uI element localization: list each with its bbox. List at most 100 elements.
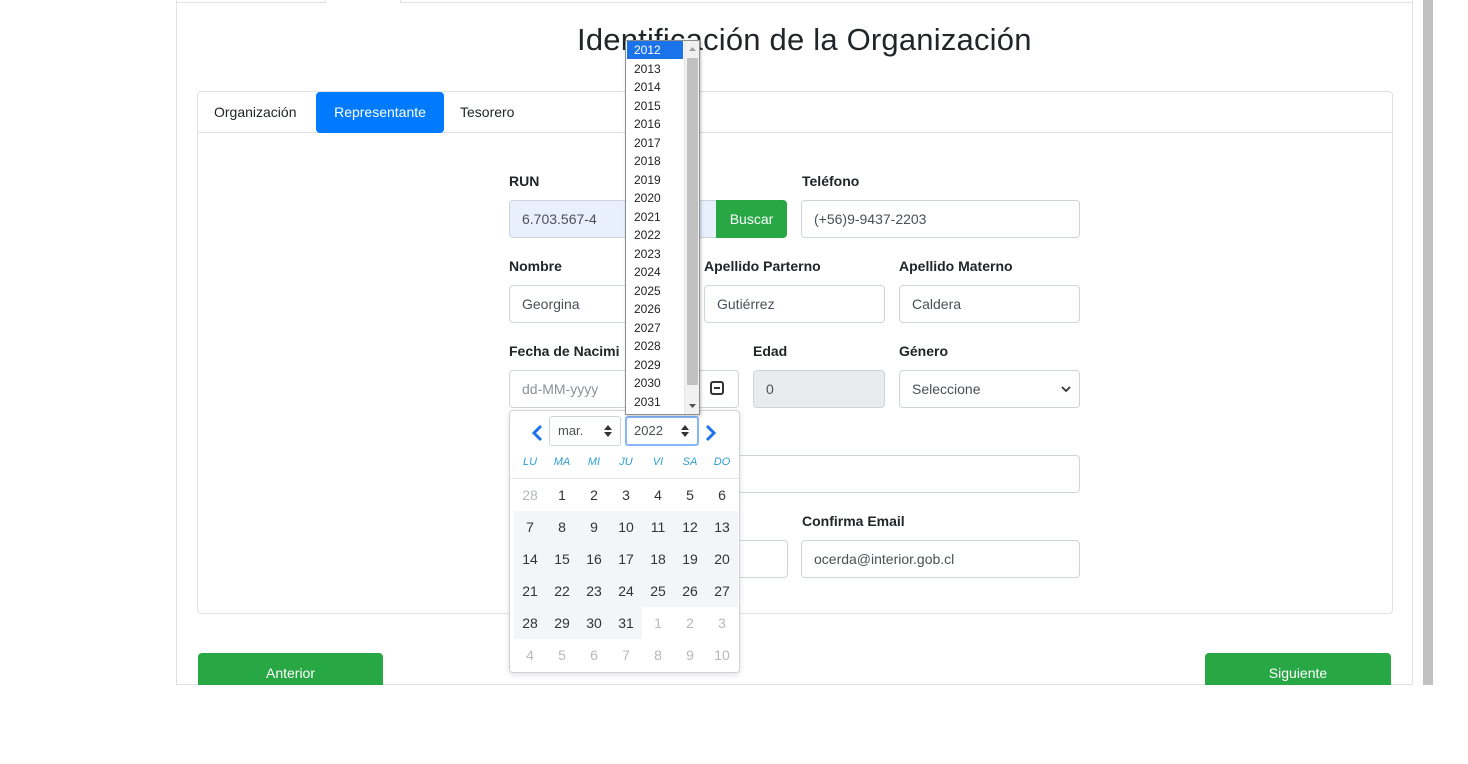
calendar-day[interactable]: 30 [578, 607, 610, 639]
anterior-button[interactable]: Anterior [198, 653, 383, 685]
calendar-day[interactable]: 5 [674, 479, 706, 511]
calendar-day[interactable]: 15 [546, 543, 578, 575]
calendar-day[interactable]: 21 [514, 575, 546, 607]
calendar-day[interactable]: 12 [674, 511, 706, 543]
telefono-input[interactable]: (+56)9-9437-2203 [801, 200, 1080, 238]
calendar-day[interactable]: 10 [706, 639, 738, 671]
calendar-day[interactable]: 20 [706, 543, 738, 575]
tab-representante[interactable]: Representante [316, 92, 444, 133]
edad-label: Edad [753, 343, 788, 359]
calendar-day[interactable]: 24 [610, 575, 642, 607]
calendar-day[interactable]: 7 [610, 639, 642, 671]
year-option[interactable]: 2026 [627, 300, 683, 318]
scroll-up-icon[interactable] [688, 45, 697, 54]
calendar-day[interactable]: 6 [706, 479, 738, 511]
calendar-day[interactable]: 2 [578, 479, 610, 511]
year-option[interactable]: 2029 [627, 356, 683, 374]
weekday-header: LU [522, 456, 538, 468]
year-option[interactable]: 2018 [627, 152, 683, 170]
month-select-value: mar. [558, 423, 584, 438]
calendar-day[interactable]: 3 [706, 607, 738, 639]
confirma-email-input[interactable]: ocerda@interior.gob.cl [801, 540, 1080, 578]
year-option[interactable]: 2030 [627, 374, 683, 392]
year-option[interactable]: 2020 [627, 189, 683, 207]
year-option[interactable]: 2019 [627, 171, 683, 189]
weekday-header: MI [587, 456, 601, 468]
fecha-nacimiento-input[interactable]: dd-MM-yyyy [509, 370, 739, 408]
year-list-scrollbar[interactable] [684, 41, 699, 414]
calendar-day[interactable]: 28 [514, 607, 546, 639]
calendar-day[interactable]: 26 [674, 575, 706, 607]
calendar-day[interactable]: 4 [514, 639, 546, 671]
calendar-day[interactable]: 6 [578, 639, 610, 671]
calendar-day[interactable]: 29 [546, 607, 578, 639]
buscar-button[interactable]: Buscar [716, 200, 787, 238]
year-option[interactable]: 2012 [627, 41, 683, 59]
calendar-day[interactable]: 17 [610, 543, 642, 575]
apellido-paterno-input[interactable]: Gutiérrez [704, 285, 885, 323]
calendar-day[interactable]: 1 [642, 607, 674, 639]
calendar-day[interactable]: 7 [514, 511, 546, 543]
year-option[interactable]: 2021 [627, 208, 683, 226]
chevron-left-icon[interactable] [530, 424, 544, 442]
calendar-day[interactable]: 28 [514, 479, 546, 511]
year-option[interactable]: 2031 [627, 393, 683, 411]
year-option[interactable]: 2023 [627, 245, 683, 263]
calendar-day[interactable]: 4 [642, 479, 674, 511]
year-option[interactable]: 2017 [627, 134, 683, 152]
year-option[interactable]: 2016 [627, 115, 683, 133]
year-option[interactable]: 2022 [627, 226, 683, 244]
weekday-header: SA [682, 456, 698, 468]
calendar-day[interactable]: 8 [642, 639, 674, 671]
calendar-day[interactable]: 16 [578, 543, 610, 575]
outer-tab-active[interactable] [325, 0, 401, 3]
apellido-paterno-label: Apellido Parterno [704, 258, 821, 274]
calendar-day[interactable]: 14 [514, 543, 546, 575]
calendar-day[interactable]: 2 [674, 607, 706, 639]
chevron-right-icon[interactable] [704, 424, 718, 442]
apellido-materno-input[interactable]: Caldera [899, 285, 1080, 323]
calendar-day[interactable]: 9 [578, 511, 610, 543]
calendar-day[interactable]: 27 [706, 575, 738, 607]
tab-bar: Organización Representante Tesorero [198, 92, 1392, 133]
year-select[interactable]: 2022 [625, 416, 699, 446]
calendar-day[interactable]: 9 [674, 639, 706, 671]
genero-select[interactable]: Seleccione [899, 370, 1080, 408]
calendar-day[interactable]: 22 [546, 575, 578, 607]
email-input[interactable] [740, 455, 1080, 493]
calendar-day[interactable]: 19 [674, 543, 706, 575]
page-scrollbar[interactable] [1423, 0, 1433, 685]
year-option[interactable]: 2027 [627, 319, 683, 337]
weekday-header: JU [619, 456, 633, 468]
calendar-day[interactable]: 11 [642, 511, 674, 543]
calendar-icon[interactable] [710, 381, 724, 395]
genero-label: Género [899, 343, 949, 359]
outer-tab-line [177, 2, 325, 3]
calendar-day[interactable]: 8 [546, 511, 578, 543]
year-option[interactable]: 2015 [627, 97, 683, 115]
genero-select-value: Seleccione [912, 381, 981, 397]
nombre-label: Nombre [509, 258, 562, 274]
field-partial[interactable] [740, 540, 788, 578]
calendar-day[interactable]: 10 [610, 511, 642, 543]
calendar-day[interactable]: 23 [578, 575, 610, 607]
calendar-day[interactable]: 1 [546, 479, 578, 511]
calendar-day[interactable]: 5 [546, 639, 578, 671]
year-option[interactable]: 2024 [627, 263, 683, 281]
year-option[interactable]: 2028 [627, 337, 683, 355]
calendar-day[interactable]: 3 [610, 479, 642, 511]
year-list-scroll-thumb[interactable] [687, 58, 698, 385]
tab-tesorero[interactable]: Tesorero [446, 92, 528, 133]
month-select[interactable]: mar. [549, 416, 621, 446]
tab-organizacion[interactable]: Organización [200, 92, 311, 133]
year-option[interactable]: 2014 [627, 78, 683, 96]
calendar-day[interactable]: 25 [642, 575, 674, 607]
calendar-day[interactable]: 13 [706, 511, 738, 543]
year-option[interactable]: 2025 [627, 282, 683, 300]
calendar-day[interactable]: 18 [642, 543, 674, 575]
year-option[interactable]: 2013 [627, 60, 683, 78]
calendar-day[interactable]: 31 [610, 607, 642, 639]
scroll-down-icon[interactable] [688, 401, 697, 410]
fecha-nacimiento-label: Fecha de Nacimi [509, 343, 620, 359]
siguiente-button[interactable]: Siguiente [1205, 653, 1391, 685]
